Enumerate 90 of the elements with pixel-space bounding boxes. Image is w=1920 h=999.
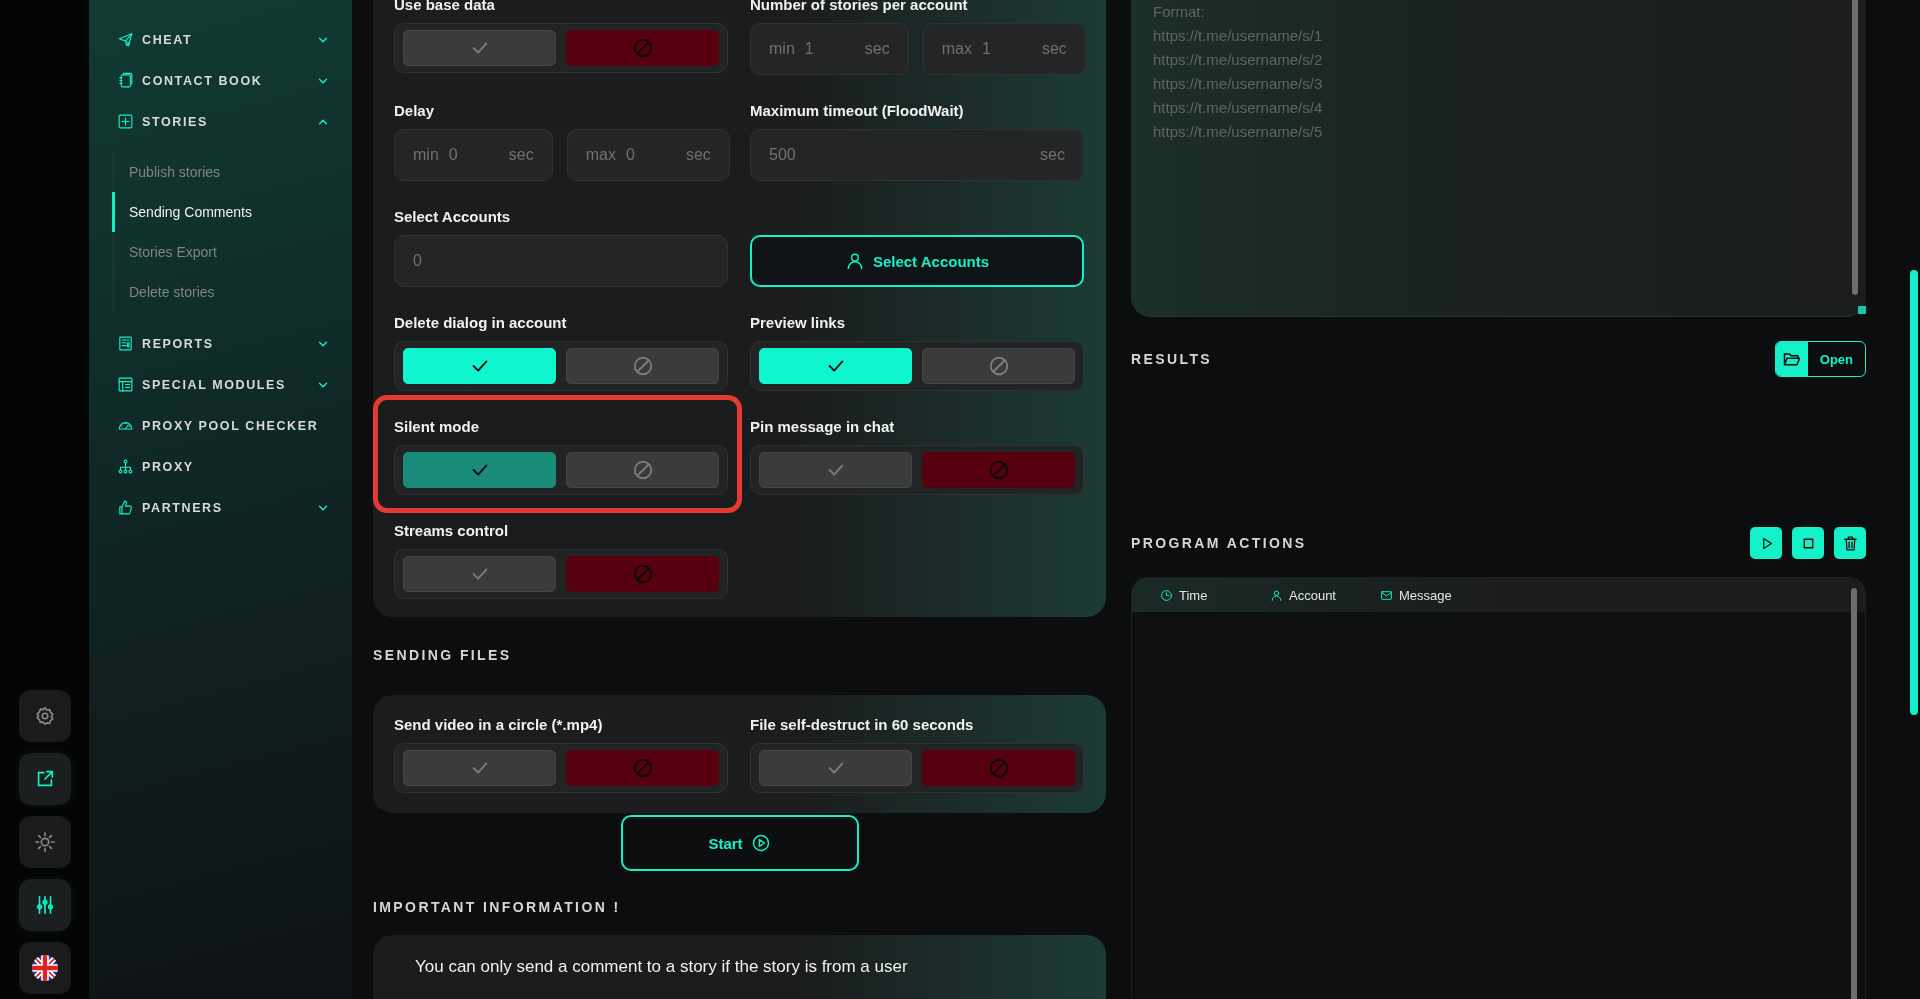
block-icon	[631, 459, 654, 481]
sub-nav-item[interactable]: Publish stories	[112, 152, 221, 192]
start-button[interactable]: Start	[620, 815, 859, 871]
select-accounts-button[interactable]: Select Accounts	[750, 235, 1084, 287]
open-button[interactable]: Open	[1774, 341, 1866, 377]
play-circle-icon	[750, 833, 771, 853]
user-icon	[1270, 588, 1283, 602]
nav-item[interactable]: CHEAT	[89, 19, 352, 60]
no-option[interactable]	[566, 750, 719, 786]
mail-icon	[1380, 588, 1393, 602]
document-icon	[117, 335, 134, 352]
unit-label: sec	[685, 146, 711, 164]
column-header: Message	[1380, 587, 1452, 603]
unit-label: sec	[1041, 40, 1067, 58]
nav-item[interactable]: STORIES	[89, 101, 352, 142]
field-label: Silent mode	[394, 417, 480, 437]
language-button[interactable]	[18, 942, 71, 994]
no-option[interactable]	[566, 348, 719, 384]
plus-square-icon	[117, 113, 134, 130]
field-label: Pin message in chat	[750, 417, 896, 437]
block-icon	[987, 355, 1010, 377]
network-icon	[117, 458, 134, 475]
yes-option[interactable]	[403, 556, 556, 592]
paper-plane-icon	[117, 31, 134, 48]
delete-button[interactable]	[1834, 527, 1866, 559]
scrollbar[interactable]	[1851, 588, 1857, 999]
field-label: Delete dialog in account	[394, 313, 568, 333]
field-label: Delay	[394, 101, 436, 121]
field-label: Maximum timeout (FloodWait)	[750, 101, 965, 121]
rail-button[interactable]	[18, 879, 71, 931]
nav-item[interactable]: REPORTS	[89, 323, 352, 364]
thumbs-up-icon	[117, 499, 134, 516]
yes-option[interactable]	[403, 30, 556, 66]
block-icon	[987, 757, 1010, 779]
trash-icon	[1841, 534, 1859, 552]
nav-item[interactable]: SPECIAL MODULES	[89, 364, 352, 405]
table-icon	[117, 376, 134, 393]
block-icon	[987, 459, 1010, 481]
rail-button[interactable]	[18, 690, 71, 742]
block-icon	[631, 355, 654, 377]
rail-button[interactable]	[18, 753, 71, 805]
section-title: RESULTS	[1131, 350, 1213, 369]
sub-nav-item[interactable]: Delete stories	[112, 272, 215, 312]
no-option[interactable]	[922, 348, 1075, 384]
settings-icon	[33, 705, 56, 727]
field-label: Send video in a circle (*.mp4)	[394, 715, 604, 735]
column-header: Account	[1270, 587, 1380, 603]
section-title: PROGRAM ACTIONS	[1131, 534, 1307, 553]
field-label: Select Accounts	[394, 207, 512, 227]
unit-label: sec	[864, 40, 890, 58]
nav-item[interactable]: PROXY POOL CHECKER	[89, 405, 352, 446]
no-option[interactable]	[566, 452, 719, 488]
sub-nav-item[interactable]: Sending Comments	[112, 192, 252, 232]
block-icon	[631, 37, 654, 59]
field-prefix: max	[585, 146, 616, 164]
column-header: Time	[1160, 587, 1270, 603]
field-prefix: min	[413, 146, 439, 164]
section-title: IMPORTANT INFORMATION !	[373, 898, 622, 917]
stop-button[interactable]	[1792, 527, 1824, 559]
flag-icon	[31, 955, 58, 981]
field-prefix: min	[769, 40, 795, 58]
sun-icon	[33, 831, 56, 853]
field-label: Preview links	[750, 313, 847, 333]
notebook-icon	[117, 72, 134, 89]
field-prefix: max	[941, 40, 972, 58]
clock-icon	[1160, 588, 1173, 602]
no-option[interactable]	[566, 30, 719, 66]
nav-item[interactable]: PROXY	[89, 446, 352, 487]
block-icon	[631, 757, 654, 779]
sub-nav-item[interactable]: Stories Export	[112, 232, 217, 272]
no-option[interactable]	[922, 750, 1075, 786]
block-icon	[631, 563, 654, 585]
resize-handle[interactable]	[1858, 306, 1866, 314]
unit-label: sec	[1040, 146, 1065, 164]
links-field[interactable]: Format: https://t.me/username/s/1 https://t.me/username/s/2 https://t.me/username/s/3 https://t.me/username/s/4 https://t.me/username/s/5	[1131, 0, 1866, 317]
section-title: SENDING FILES	[373, 646, 513, 665]
no-option[interactable]	[566, 556, 719, 592]
info-text: You can only send a comment to a story if the story is from a user	[415, 957, 909, 977]
nav-item[interactable]: CONTACT BOOK	[89, 60, 352, 101]
field-label: File self-destruct in 60 seconds	[750, 715, 975, 735]
scrollbar[interactable]	[1852, 0, 1858, 295]
no-option[interactable]	[922, 452, 1075, 488]
yes-option[interactable]	[759, 452, 912, 488]
yes-option[interactable]	[403, 452, 556, 488]
unit-label: sec	[508, 146, 534, 164]
field-label: Streams control	[394, 521, 510, 541]
nav-item[interactable]: PARTNERS	[89, 487, 352, 528]
yes-option[interactable]	[759, 750, 912, 786]
yes-option[interactable]	[403, 750, 556, 786]
play-button[interactable]	[1750, 527, 1782, 559]
